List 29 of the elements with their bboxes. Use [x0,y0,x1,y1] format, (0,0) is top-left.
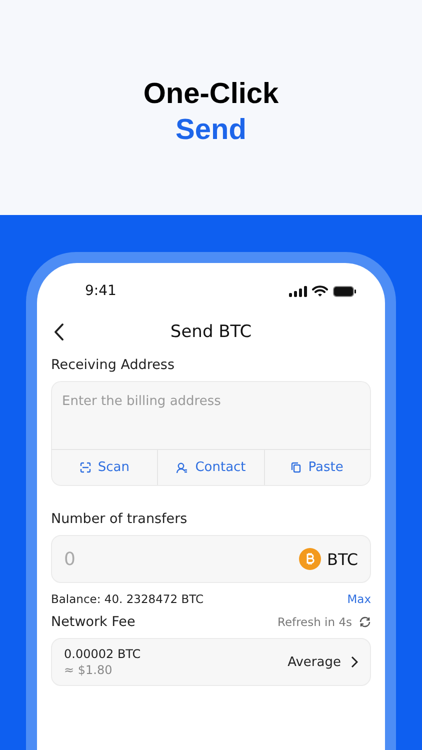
headline: One-Click [143,77,279,112]
section-label: Number of transfers [51,511,188,527]
status-time: 9:41 [85,283,116,299]
bitcoin-icon [299,548,322,570]
back-icon[interactable] [54,323,64,341]
wifi-icon [312,285,328,297]
headline: Send [176,113,246,148]
chevron-right-icon [351,656,358,668]
fee-speed: Average [288,654,341,670]
max-link[interactable]: Max [347,592,371,606]
refresh-icon[interactable] [359,616,371,628]
balance-text: Balance: 40. 2328472 BTC [51,592,204,606]
scan-icon [80,462,91,473]
fee-amount: 0.00002 BTC [64,647,142,661]
battery-icon [333,286,357,296]
copy-icon [291,462,302,473]
section-label: Network Fee [51,614,136,630]
signal-icon [289,286,307,296]
contact-button[interactable]: Contact [157,450,264,485]
currency-label: BTC [327,550,358,568]
fee-selector[interactable]: 0.00002 BTC ≈ $1.80 Average [51,638,371,686]
refresh-text: Refresh in 4s [277,615,352,629]
section-label: Receiving Address [51,357,174,373]
paste-button[interactable]: Paste [264,450,370,485]
address-field[interactable]: Enter the billing address [51,381,371,449]
scan-button[interactable]: Scan [52,450,158,485]
contact-icon [176,462,188,474]
page-title: Send BTC [170,322,252,342]
fee-fiat: ≈ $1.80 [64,663,114,677]
